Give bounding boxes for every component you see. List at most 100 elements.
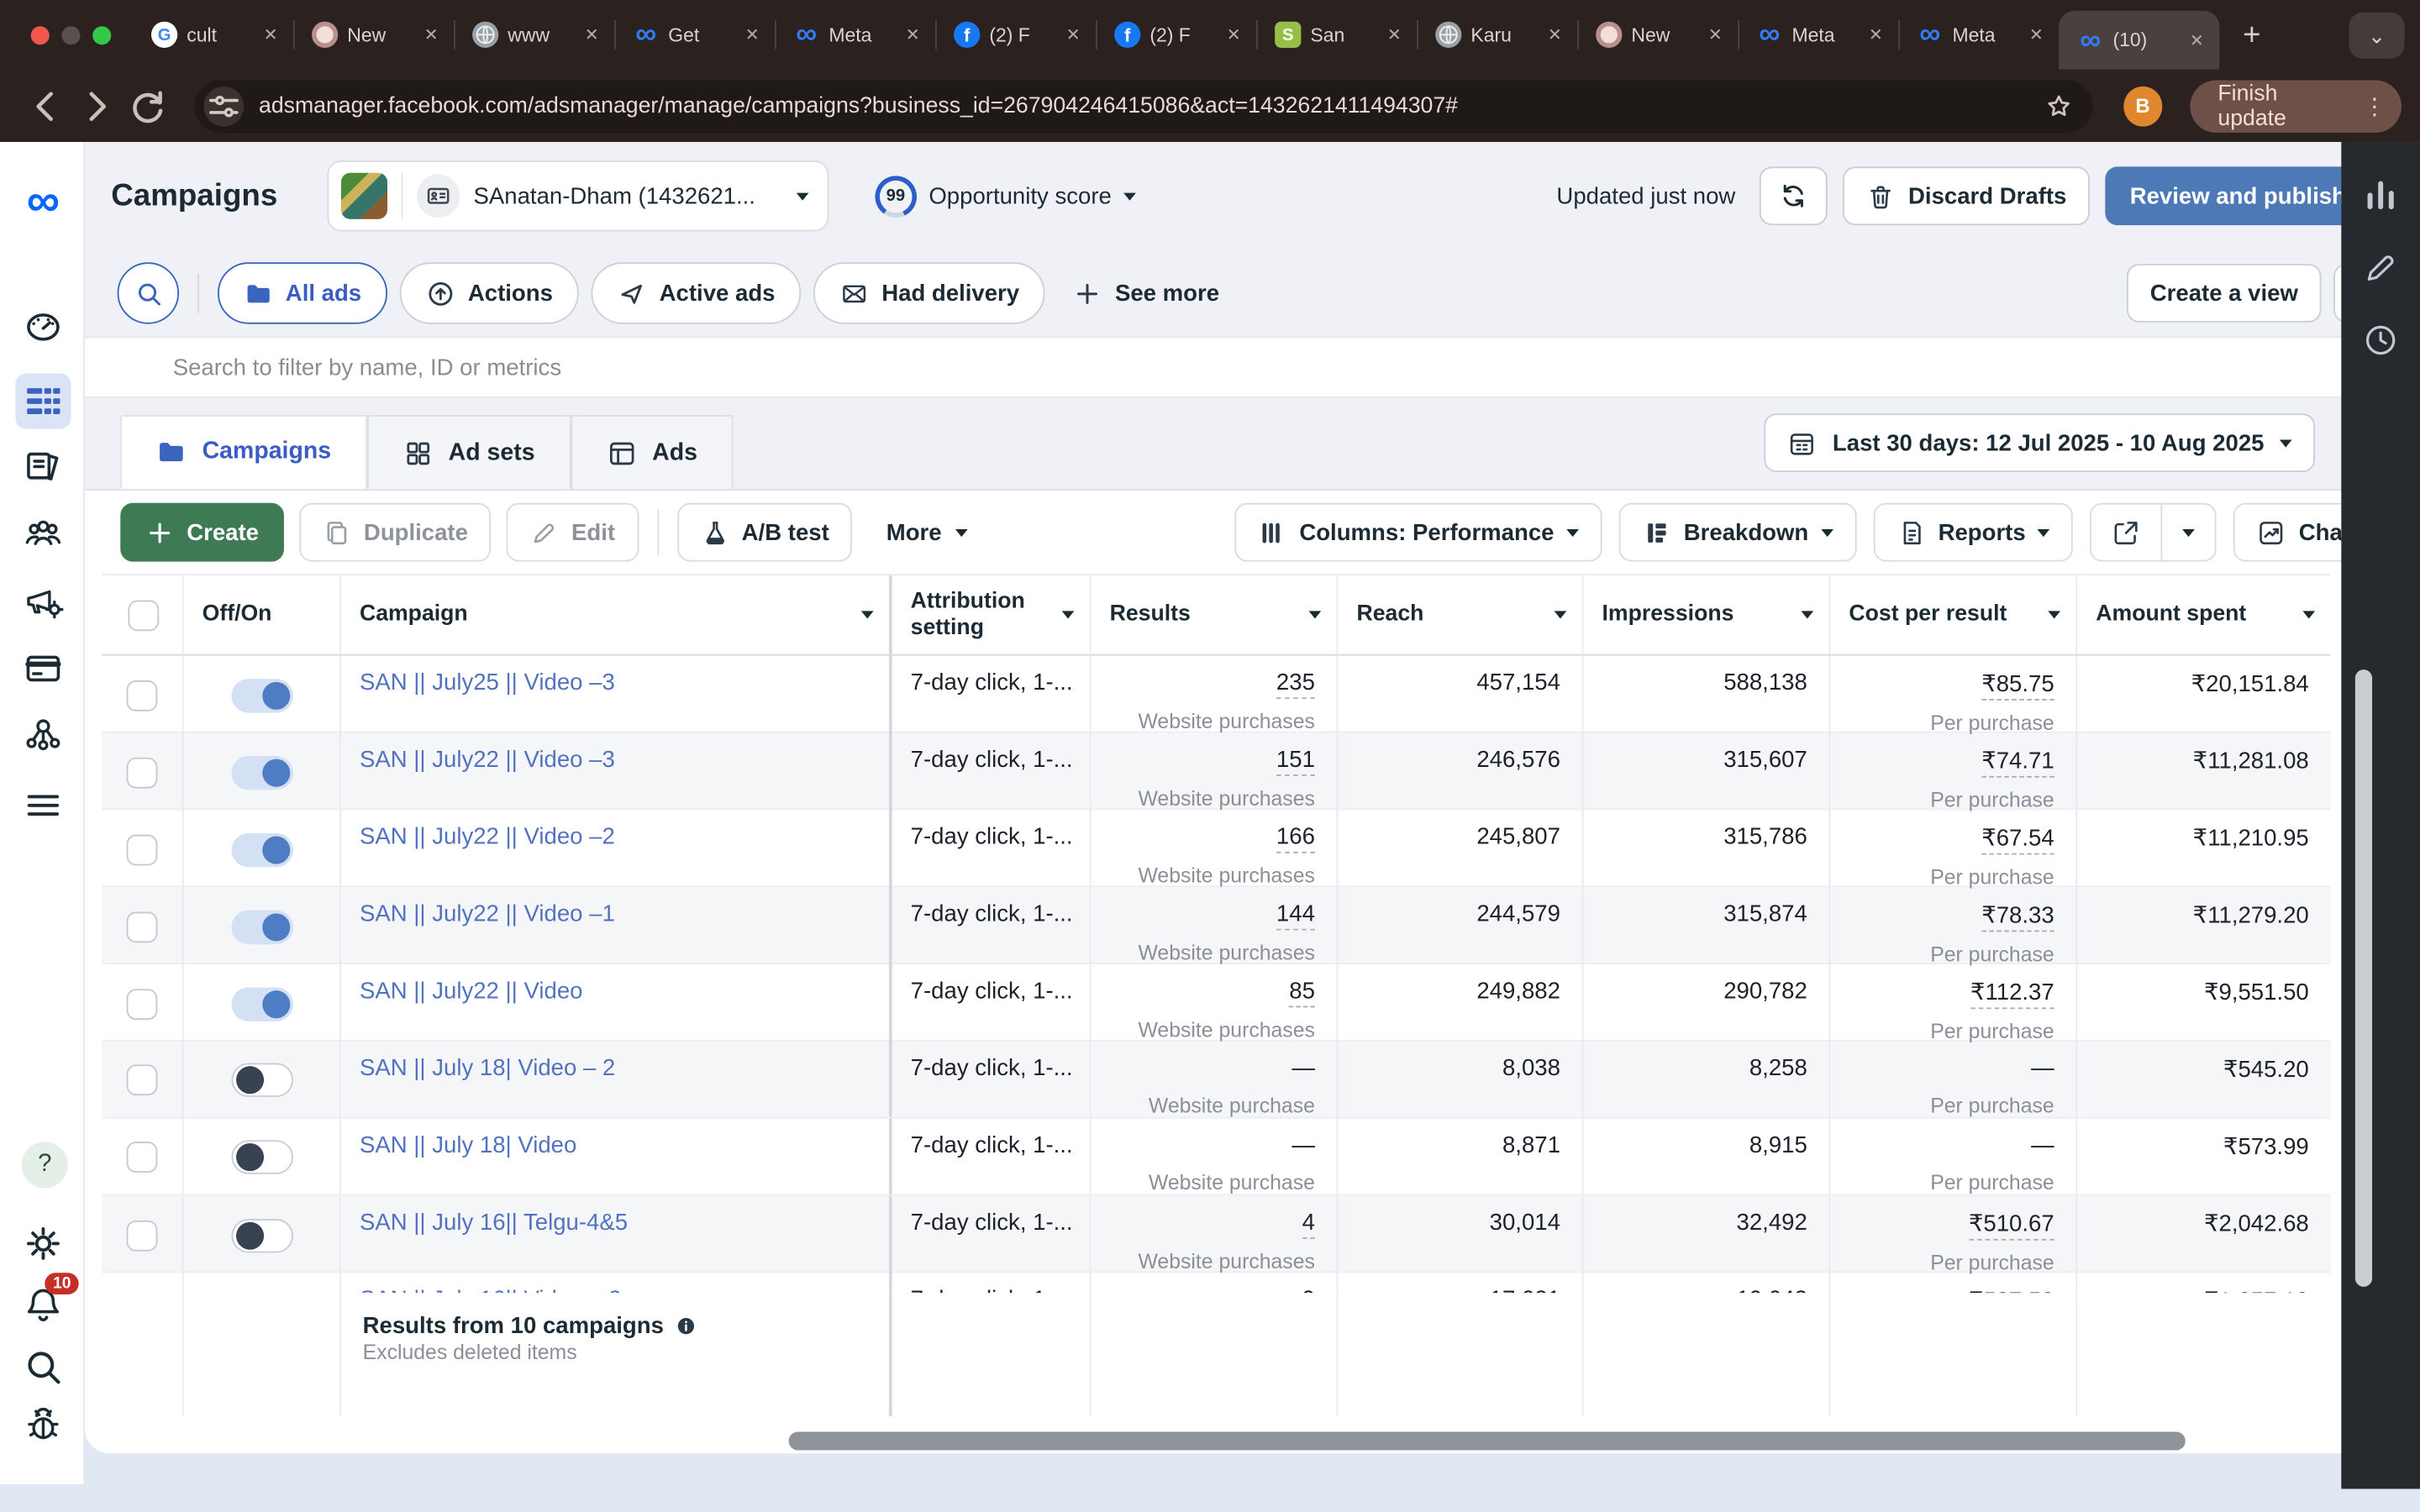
columns-button[interactable]: Columns: Performance [1234, 502, 1602, 562]
campaign-link[interactable]: SAN || July 18| Video – 2 [360, 1055, 889, 1081]
new-tab-button[interactable]: + [2228, 13, 2275, 59]
header-checkbox[interactable] [128, 599, 160, 631]
cost-per-result-value[interactable]: ₹67.54 [1981, 824, 2054, 855]
panel-item-history[interactable] [2361, 321, 2400, 360]
create-button[interactable]: Create [120, 502, 284, 562]
sort-caret-icon[interactable] [1308, 611, 1322, 619]
campaign-toggle[interactable] [230, 755, 293, 790]
browser-tab[interactable]: Gcult ✕ [133, 0, 293, 70]
filter-pill-active-ads[interactable]: Active ads [591, 262, 802, 324]
panel-item-edit-panel[interactable] [2361, 249, 2400, 287]
row-checkbox[interactable] [126, 911, 158, 942]
results-value[interactable]: 9 [1302, 1287, 1315, 1293]
browser-tab[interactable]: f (2) F ✕ [1096, 0, 1256, 70]
browser-tab[interactable]: www ✕ [454, 0, 614, 70]
campaign-link[interactable]: SAN || July 16|| Video – 2 [360, 1287, 889, 1293]
campaign-link[interactable]: SAN || July22 || Video –1 [360, 901, 889, 927]
sidebar-item-ads-reporting[interactable] [22, 444, 65, 487]
ad-account-selector[interactable]: SAnatan-Dham (1432621... [327, 160, 829, 232]
tab-campaigns[interactable]: Campaigns [120, 415, 367, 490]
edit-button[interactable]: Edit [506, 502, 639, 562]
tab-close-icon[interactable]: ✕ [581, 22, 602, 48]
zoom-window-button[interactable] [92, 25, 112, 45]
more-button[interactable]: More [868, 519, 986, 545]
sort-caret-icon[interactable] [2302, 611, 2316, 619]
column-header-campaign[interactable]: Campaign [341, 575, 892, 654]
results-value[interactable]: 235 [1276, 669, 1315, 700]
reload-icon[interactable] [127, 84, 169, 127]
tab-overflow-button[interactable]: ⌄ [2349, 12, 2405, 59]
browser-menu-icon[interactable]: ⋮ [2363, 92, 2386, 119]
tab-close-icon[interactable]: ✕ [1223, 22, 1244, 48]
campaign-toggle[interactable] [230, 832, 293, 867]
row-checkbox[interactable] [126, 833, 158, 865]
browser-tab[interactable]: ∞ Meta ✕ [775, 0, 935, 70]
create-view-button[interactable]: Create a view [2127, 264, 2322, 323]
campaign-link[interactable]: SAN || July 16|| Telgu-4&5 [360, 1210, 889, 1236]
sidebar-item-notifications[interactable]: 10 [22, 1273, 79, 1326]
column-header-amount-spent[interactable]: Amount spent [2077, 575, 2330, 654]
results-value[interactable]: 166 [1276, 824, 1315, 853]
sidebar-item-audiences[interactable] [22, 512, 65, 555]
results-value[interactable]: 151 [1276, 747, 1315, 776]
column-header-cost-per-result[interactable]: Cost per result [1830, 575, 2078, 654]
cost-per-result-value[interactable]: ₹74.71 [1981, 747, 2054, 778]
date-range-button[interactable]: Last 30 days: 12 Jul 2025 - 10 Aug 2025 [1765, 413, 2316, 473]
export-menu-button[interactable] [2161, 504, 2215, 560]
vertical-scrollbar-thumb[interactable] [2354, 669, 2373, 1287]
browser-tab[interactable]: Karu ✕ [1417, 0, 1577, 70]
results-value[interactable]: 85 [1289, 978, 1315, 1008]
row-checkbox[interactable] [126, 1141, 158, 1172]
sort-caret-icon[interactable] [1801, 611, 1814, 619]
tab-close-icon[interactable]: ✕ [902, 22, 923, 48]
address-bar[interactable]: adsmanager.facebook.com/adsmanager/manag… [193, 79, 2093, 133]
duplicate-button[interactable]: Duplicate [298, 502, 492, 562]
discard-drafts-button[interactable]: Discard Drafts [1843, 166, 2090, 226]
horizontal-scrollbar-thumb[interactable] [788, 1431, 2186, 1451]
tab-close-icon[interactable]: ✕ [2026, 22, 2046, 48]
browser-tab[interactable]: New ✕ [292, 0, 454, 70]
filter-pill-all-ads[interactable]: All ads [217, 262, 388, 324]
see-more-button[interactable]: See more [1058, 279, 1234, 308]
browser-tab[interactable]: ∞ Get ✕ [614, 0, 775, 70]
results-value[interactable]: 4 [1302, 1210, 1315, 1239]
row-checkbox[interactable] [126, 680, 158, 711]
refresh-button[interactable] [1760, 166, 1828, 226]
row-checkbox[interactable] [126, 988, 158, 1020]
campaign-toggle[interactable] [230, 1218, 293, 1252]
search-input[interactable] [172, 354, 1562, 381]
forward-icon[interactable] [76, 84, 118, 127]
cost-per-result-value[interactable]: ₹112.37 [1970, 978, 2054, 1010]
sidebar-item-advertising-tools[interactable] [22, 580, 65, 623]
browser-tab[interactable]: ∞ Meta ✕ [1738, 0, 1898, 70]
tab-close-icon[interactable]: ✕ [421, 22, 441, 48]
campaign-link[interactable]: SAN || July22 || Video –2 [360, 824, 889, 850]
campaign-link[interactable]: SAN || July22 || Video –3 [360, 747, 889, 773]
tab-close-icon[interactable]: ✕ [1063, 22, 1083, 48]
reports-button[interactable]: Reports [1873, 502, 2074, 562]
tab-close-icon[interactable]: ✕ [1544, 22, 1565, 48]
breakdown-button[interactable]: Breakdown [1618, 502, 1857, 562]
info-icon[interactable] [675, 1315, 698, 1338]
column-header-impressions[interactable]: Impressions [1583, 575, 1831, 654]
tab-ads[interactable]: Ads [570, 415, 734, 490]
sort-caret-icon[interactable] [1061, 611, 1075, 619]
row-checkbox[interactable] [126, 756, 158, 788]
sidebar-item-campaigns[interactable] [15, 373, 71, 429]
sort-caret-icon[interactable] [860, 611, 874, 619]
tab-close-icon[interactable]: ✕ [260, 22, 281, 48]
column-header-results[interactable]: Results [1092, 575, 1339, 654]
sort-caret-icon[interactable] [2048, 611, 2061, 619]
sidebar-item-events-manager[interactable] [22, 713, 65, 756]
campaign-toggle[interactable] [230, 1062, 293, 1096]
campaign-toggle[interactable] [230, 986, 293, 1021]
cost-per-result-value[interactable]: ₹85.75 [1981, 669, 2054, 701]
panel-item-insights[interactable] [2361, 176, 2400, 214]
results-value[interactable]: 144 [1276, 901, 1315, 931]
sidebar-item-report-bug[interactable] [22, 1404, 65, 1446]
column-header-attribution-setting[interactable]: Attribution setting [892, 575, 1092, 654]
tab-close-icon[interactable]: ✕ [742, 22, 762, 48]
sidebar-item-account-overview[interactable] [22, 306, 65, 349]
sidebar-item-meta-logo[interactable]: ∞ [22, 178, 65, 225]
campaign-link[interactable]: SAN || July 18| Video [360, 1132, 889, 1158]
